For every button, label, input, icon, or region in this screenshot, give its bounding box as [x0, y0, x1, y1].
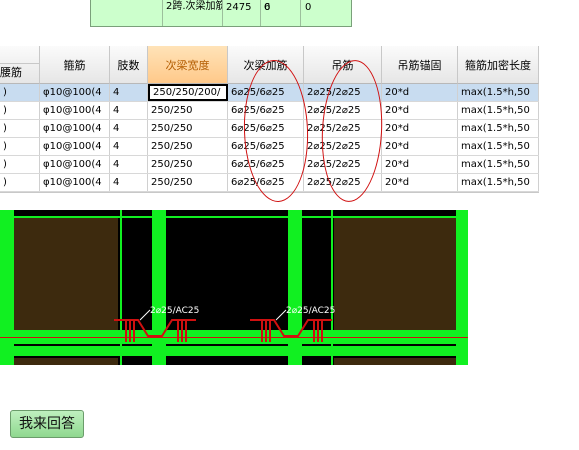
cell-left: ) [0, 102, 40, 119]
cell-stirrup[interactable]: φ10@100(4 [40, 120, 110, 137]
table-row[interactable]: ) φ10@100(4 4 250/250 6⌀25/6⌀25 2⌀25/2⌀2… [0, 138, 539, 156]
table-row[interactable]: ) φ10@100(4 4 250/250 6⌀25/6⌀25 2⌀25/2⌀2… [0, 120, 539, 138]
table-row[interactable]: ) φ10@100(4 4 250/250 6⌀25/6⌀25 2⌀25/2⌀2… [0, 174, 539, 192]
cell-hanger[interactable]: 2⌀25/2⌀25 [304, 174, 382, 191]
cell-secondary-rebar[interactable]: 6⌀25/6⌀25 [228, 120, 304, 137]
cell-legs[interactable]: 4 [110, 84, 148, 101]
header-left-stack: 腰筋 [0, 46, 40, 84]
cell-anchor[interactable]: 20*d [382, 102, 458, 119]
header-dense-length[interactable]: 箍筋加密长度 [458, 46, 539, 84]
cell-dense-length[interactable]: max(1.5*h,50 [458, 84, 539, 101]
cad-label-left: 2⌀25/AC25 [150, 306, 200, 316]
table-row[interactable]: ) φ10@100(4 4 250/250 6⌀25/6⌀25 2⌀25/2⌀2… [0, 156, 539, 174]
cell-legs[interactable]: 4 [110, 156, 148, 173]
cell-width[interactable]: 250/250 [148, 156, 228, 173]
cell-width-editor[interactable]: 250/250/200/ [148, 84, 228, 101]
cad-main-beam [0, 346, 468, 356]
cad-line [0, 216, 468, 218]
table-row[interactable]: ) φ10@100(4 4 250/250/200/ 6⌀25/6⌀25 2⌀2… [0, 84, 539, 102]
header-waist-bar[interactable]: 腰筋 [0, 63, 39, 83]
top-cell-0 [91, 0, 163, 26]
cell-left: ) [0, 156, 40, 173]
cell-hanger[interactable]: 2⌀25/2⌀25 [304, 120, 382, 137]
cell-stirrup[interactable]: φ10@100(4 [40, 102, 110, 119]
cell-anchor[interactable]: 20*d [382, 84, 458, 101]
cad-block [14, 358, 118, 365]
cell-left: ) [0, 120, 40, 137]
cell-width[interactable]: 250/250 [148, 120, 228, 137]
cad-block [14, 218, 118, 330]
cell-hanger[interactable]: 2⌀25/2⌀25 [304, 84, 382, 101]
cell-stirrup[interactable]: φ10@100(4 [40, 138, 110, 155]
top-cell-b: 0 [305, 2, 312, 13]
cell-left: ) [0, 174, 40, 191]
cell-secondary-rebar[interactable]: 6⌀25/6⌀25 [228, 138, 304, 155]
cell-width[interactable]: 250/250 [148, 138, 228, 155]
cell-legs[interactable]: 4 [110, 120, 148, 137]
cell-dense-length[interactable]: max(1.5*h,50 [458, 138, 539, 155]
cad-axis-line [0, 337, 468, 338]
cell-left: ) [0, 84, 40, 101]
header-secondary-beam-width[interactable]: 次梁宽度 [148, 46, 228, 84]
cell-width[interactable]: 250/250 [148, 174, 228, 191]
cad-label-right: 2⌀25/AC25 [286, 306, 336, 316]
header-stirrup[interactable]: 箍筋 [40, 46, 110, 84]
cell-stirrup[interactable]: φ10@100(4 [40, 156, 110, 173]
cell-stirrup[interactable]: φ10@100(4 [40, 84, 110, 101]
cell-width[interactable]: 250/250 [148, 102, 228, 119]
top-cell-name: 2跨.次梁加筋4 [163, 0, 223, 26]
cell-hanger[interactable]: 2⌀25/2⌀25 [304, 138, 382, 155]
cad-block [334, 218, 456, 330]
cell-dense-length[interactable]: max(1.5*h,50 [458, 120, 539, 137]
cell-secondary-rebar[interactable]: 6⌀25/6⌀25 [228, 174, 304, 191]
cad-drawing[interactable]: 2⌀25/AC25 2⌀25/AC25 [0, 210, 468, 365]
header-hanger-bar[interactable]: 吊筋 [304, 46, 382, 84]
cell-anchor[interactable]: 20*d [382, 174, 458, 191]
cell-dense-length[interactable]: max(1.5*h,50 [458, 102, 539, 119]
header-legs[interactable]: 肢数 [110, 46, 148, 84]
top-cell-a: 0 [264, 2, 271, 13]
cell-left: ) [0, 138, 40, 155]
cell-legs[interactable]: 4 [110, 138, 148, 155]
rebar-grid[interactable]: 腰筋 箍筋 肢数 次梁宽度 次梁加筋 吊筋 吊筋锚固 箍筋加密长度 ) φ10@… [0, 46, 539, 193]
cell-secondary-rebar[interactable]: 6⌀25/6⌀25 [228, 84, 304, 101]
cad-block [334, 358, 456, 365]
header-secondary-beam-rebar[interactable]: 次梁加筋 [228, 46, 304, 84]
cell-stirrup[interactable]: φ10@100(4 [40, 174, 110, 191]
header-hanger-anchor[interactable]: 吊筋锚固 [382, 46, 458, 84]
cell-hanger[interactable]: 2⌀25/2⌀25 [304, 102, 382, 119]
cell-secondary-rebar[interactable]: 6⌀25/6⌀25 [228, 102, 304, 119]
cell-legs[interactable]: 4 [110, 174, 148, 191]
cell-dense-length[interactable]: max(1.5*h,50 [458, 174, 539, 191]
cell-anchor[interactable]: 20*d [382, 156, 458, 173]
cell-hanger[interactable]: 2⌀25/2⌀25 [304, 156, 382, 173]
answer-button[interactable]: 我来回答 [10, 410, 84, 438]
cell-anchor[interactable]: 20*d [382, 138, 458, 155]
table-row[interactable]: ) φ10@100(4 4 250/250 6⌀25/6⌀25 2⌀25/2⌀2… [0, 102, 539, 120]
top-cell-length: 2475 [223, 0, 261, 26]
cell-anchor[interactable]: 20*d [382, 120, 458, 137]
cell-secondary-rebar[interactable]: 6⌀25/6⌀25 [228, 156, 304, 173]
cell-legs[interactable]: 4 [110, 102, 148, 119]
cell-dense-length[interactable]: max(1.5*h,50 [458, 156, 539, 173]
